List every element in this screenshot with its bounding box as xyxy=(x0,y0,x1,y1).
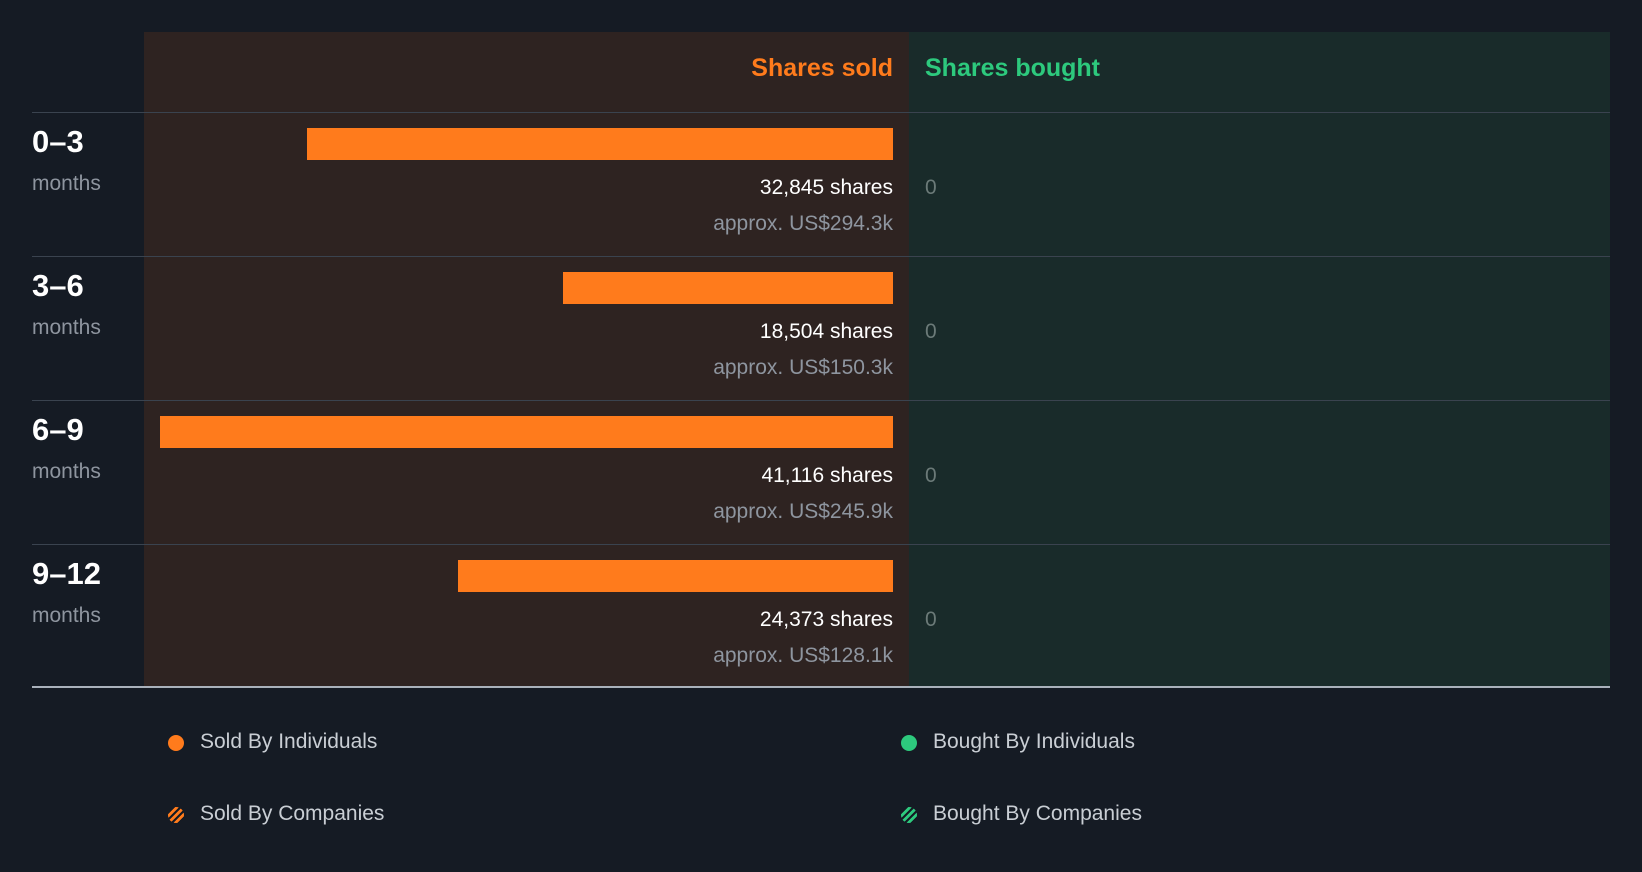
period-label: 0–3 xyxy=(32,124,84,159)
solid-dot-icon xyxy=(168,735,184,751)
solid-dot-icon xyxy=(901,735,917,751)
period-unit: months xyxy=(32,460,101,483)
sold-bar xyxy=(458,560,893,592)
approx-value: approx. US$245.9k xyxy=(713,500,893,523)
row-divider xyxy=(32,400,1610,401)
sold-bar xyxy=(307,128,893,160)
shares-bought-value: 0 xyxy=(925,176,937,199)
period-unit: months xyxy=(32,172,101,195)
shares-sold-header: Shares sold xyxy=(751,54,893,82)
period-unit: months xyxy=(32,604,101,627)
legend-label: Bought By Individuals xyxy=(933,730,1135,753)
shares-bought-value: 0 xyxy=(925,608,937,631)
period-label: 9–12 xyxy=(32,556,101,591)
shares-bought-value: 0 xyxy=(925,464,937,487)
row-divider xyxy=(32,544,1610,545)
shares-sold-value: 32,845 shares xyxy=(759,176,893,199)
legend-label: Bought By Companies xyxy=(933,802,1142,825)
approx-value: approx. US$150.3k xyxy=(713,356,893,379)
insider-trading-chart: Shares sold Shares bought 0–3 months 32,84… xyxy=(0,0,1642,700)
bought-panel xyxy=(909,32,1610,687)
shares-bought-header: Shares bought xyxy=(925,54,1101,82)
approx-value: approx. US$128.1k xyxy=(713,644,893,667)
row-divider xyxy=(32,256,1610,257)
striped-swatch-icon xyxy=(168,807,184,823)
shares-sold-value: 41,116 shares xyxy=(761,464,893,487)
period-unit: months xyxy=(32,316,101,339)
striped-swatch-icon xyxy=(901,807,917,823)
chart-baseline xyxy=(32,686,1610,688)
sold-bar xyxy=(563,272,893,304)
shares-sold-value: 18,504 shares xyxy=(759,320,893,343)
period-label: 3–6 xyxy=(32,268,84,303)
shares-bought-value: 0 xyxy=(925,320,937,343)
row-divider xyxy=(32,112,1610,113)
sold-bar xyxy=(160,416,893,448)
period-label: 6–9 xyxy=(32,412,84,447)
legend-label: Sold By Companies xyxy=(200,802,385,825)
approx-value: approx. US$294.3k xyxy=(713,212,893,235)
legend-label: Sold By Individuals xyxy=(200,730,378,753)
shares-sold-value: 24,373 shares xyxy=(759,608,893,631)
